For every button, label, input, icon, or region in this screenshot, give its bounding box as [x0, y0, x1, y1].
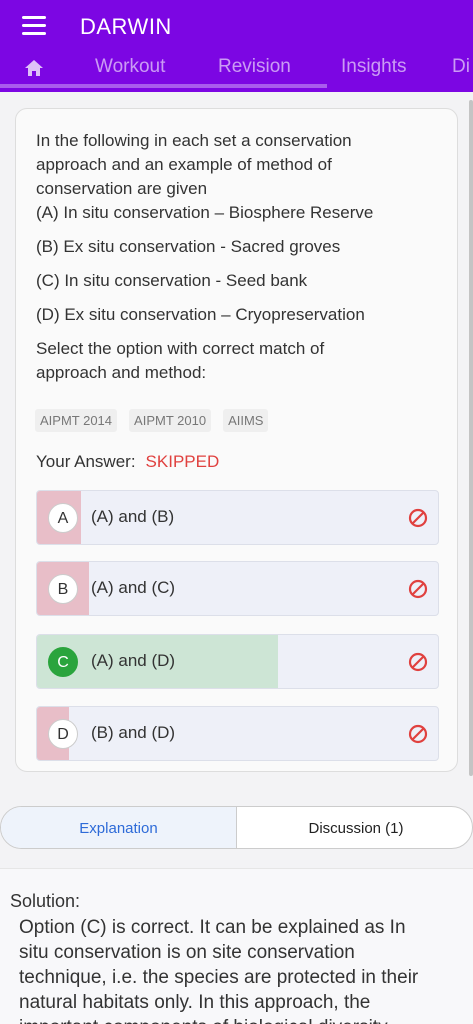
question-line: conservation are given: [36, 179, 208, 198]
question-line: (B) Ex situ conservation - Sacred groves: [36, 237, 341, 256]
solution-body: Option (C) is correct. It can be explain…: [19, 915, 464, 1024]
ban-icon: [408, 652, 428, 672]
option-a[interactable]: A (A) and (B): [36, 490, 439, 545]
solution-line: natural habitats only. In this approach,…: [19, 992, 371, 1013]
solution-line: important components of biological diver…: [19, 1015, 464, 1024]
question-line: approach and method:: [36, 363, 207, 382]
app-bar: DARWIN Workout Revision Insights Di: [0, 0, 473, 92]
app-title: DARWIN: [80, 14, 172, 39]
tab-more[interactable]: Di: [452, 56, 470, 78]
tab-bar: Workout Revision Insights Di: [0, 50, 473, 88]
question-line: Select the option with correct match of: [36, 339, 325, 358]
option-text: (A) and (D): [91, 651, 176, 670]
tab-insights[interactable]: Insights: [341, 56, 406, 78]
solution-line: situ conservation is on site conservatio…: [19, 942, 355, 963]
solution-panel: Solution: Option (C) is correct. It can …: [0, 868, 473, 1024]
home-icon[interactable]: [24, 59, 44, 77]
question-card: In the following in each set a conservat…: [15, 108, 458, 772]
option-text: (B) and (D): [91, 723, 176, 742]
your-answer-value: SKIPPED: [145, 452, 220, 471]
tab-workout[interactable]: Workout: [95, 56, 165, 78]
option-text: (A) and (B): [91, 507, 175, 526]
tab-indicator: [0, 84, 327, 88]
option-b[interactable]: B (A) and (C): [36, 561, 439, 616]
ban-icon: [408, 579, 428, 599]
question-line: approach and an example of method of: [36, 155, 332, 174]
solution-line: technique, i.e. the species are protecte…: [19, 967, 419, 988]
scrollbar[interactable]: [469, 100, 473, 776]
your-answer-label: Your Answer:: [36, 452, 136, 471]
your-answer: Your Answer: SKIPPED: [36, 452, 219, 472]
question-line: (C) In situ conservation - Seed bank: [36, 271, 308, 290]
tab-explanation[interactable]: Explanation: [1, 807, 237, 848]
option-text: (A) and (C): [91, 578, 176, 597]
option-d[interactable]: D (B) and (D): [36, 706, 439, 761]
question-line: In the following in each set a conservat…: [36, 131, 352, 150]
ban-icon: [408, 508, 428, 528]
exam-tag: AIPMT 2010: [129, 409, 212, 432]
option-letter: A: [48, 503, 78, 533]
exam-tag: AIPMT 2014: [35, 409, 118, 432]
question-line: (A) In situ conservation – Biosphere Res…: [36, 203, 374, 222]
exam-tags: AIPMT 2014 AIPMT 2010 AIIMS: [35, 409, 269, 432]
solution-tabs: Explanation Discussion (1): [0, 806, 473, 849]
exam-tag: AIIMS: [223, 409, 269, 432]
option-c[interactable]: C (A) and (D): [36, 634, 439, 689]
option-letter: B: [48, 574, 78, 604]
solution-title: Solution:: [10, 891, 81, 911]
ban-icon: [408, 724, 428, 744]
option-letter: D: [48, 719, 78, 749]
question-line: (D) Ex situ conservation – Cryopreservat…: [36, 305, 365, 324]
question-text: In the following in each set a conservat…: [36, 129, 436, 385]
tab-revision[interactable]: Revision: [218, 56, 291, 78]
tab-discussion[interactable]: Discussion (1): [238, 807, 472, 848]
solution-line: Option (C) is correct. It can be explain…: [19, 917, 406, 938]
option-letter: C: [48, 647, 78, 677]
menu-icon[interactable]: [22, 16, 46, 36]
